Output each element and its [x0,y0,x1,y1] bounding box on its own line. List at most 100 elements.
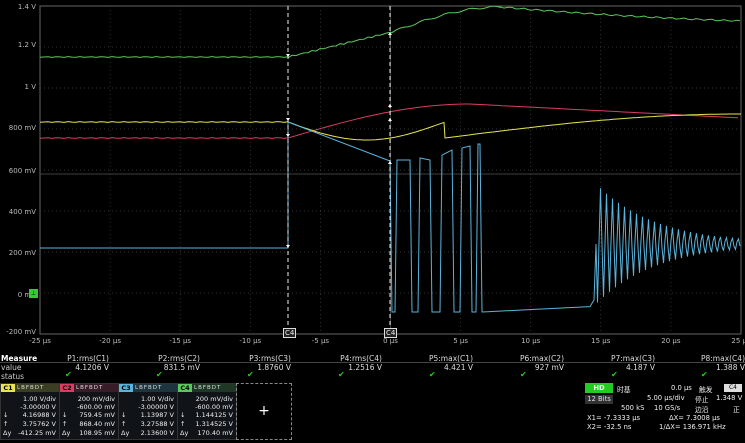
x-axis-label: 10 µs [521,337,541,345]
cursor-dx: ΔX= 7.3008 µs [669,414,720,422]
measure-param-value: 1.2516 V [348,363,382,372]
cursor1-arrow-icon: ↓ [3,411,9,419]
channel-flags: LBFBDT [194,385,222,391]
channel-flags: LBFBDT [76,385,104,391]
x-axis-label: 0 µs [383,337,398,345]
channel-box-c4[interactable]: C4 LBFBDT 200 mV/div -600.00 mV ↓ 1.1441… [177,383,237,440]
cursor2-value: 868.40 mV [79,420,115,428]
measure-param-value: 831.5 mV [163,363,200,372]
delta-y-value: 2.13600 V [140,429,174,437]
cursor1-tag[interactable]: C4 [283,328,297,338]
x-axis-label: -10 µs [239,337,262,345]
delta-y-label: Δy [3,429,12,437]
x-axis-label: -5 µs [311,337,330,345]
cursor1-arrow-icon: ↓ [180,411,186,419]
delay-value: 0.0 µs [671,384,692,392]
delta-y-label: Δy [180,429,189,437]
status-check-icon: ✔ [156,370,163,379]
channel-offset: -3.00000 V [20,403,56,411]
trigger-edge: 边沿 [695,406,709,414]
ground-marker-c4[interactable]: ⊥ [29,289,38,298]
cursor2-tag[interactable]: C4 [384,328,398,338]
x-axis-label: -25 µs [29,337,51,345]
channel-box-c3[interactable]: C3 LBFBDT 1.00 V/div -3.00000 V ↓ 1.1398… [118,383,178,440]
measure-param-value: 4.421 V [444,363,473,372]
cursor2-value: 1.314525 V [195,420,233,428]
channel-offset: -3.00000 V [138,403,174,411]
status-check-icon: ✔ [65,370,72,379]
channel-name[interactable]: C1 [1,384,15,392]
measure-param-value: 1.388 V [716,363,745,372]
volts-per-div: 200 mV/div [77,395,115,403]
delta-y-value: -412.25 mV [18,429,56,437]
measurement-table: Measure value status P1:rms(C1) 4.1206 V ✔… [0,354,745,381]
volts-per-div: 1.00 V/div [23,395,56,403]
volts-per-div: 1.00 V/div [141,395,174,403]
cursor2-arrow-icon: ↑ [62,420,68,428]
add-channel-button[interactable]: + [236,383,292,440]
status-check-icon: ✔ [338,370,345,379]
channel-flags: LBFBDT [135,385,163,391]
y-axis-label: 400 mV [8,208,36,216]
channel-header: C1 LBFBDT [1,384,59,392]
channel-box-c2[interactable]: C2 LBFBDT 200 mV/div -600.00 mV ↓ 759.45… [59,383,119,440]
channel-name[interactable]: C2 [60,384,74,392]
channel-offset: -600.00 mV [77,403,115,411]
delta-y-value: 108.95 mV [79,429,115,437]
y-axis-label: 200 mV [8,249,36,257]
x-axis-label: 5 µs [453,337,468,345]
cursor-x2: X2= -32.5 ns [587,423,632,431]
cursor-freq: 1/ΔX= 136.971 kHz [659,423,726,431]
oscilloscope-screen: 1.4 V 1.2 V1 V 800 mV 600 mV 400 mV 200 mV 0 m… [0,0,745,443]
status-check-icon: ✔ [701,370,708,379]
stop-state: 停止 [695,396,709,404]
measure-param-value: 4.187 V [626,363,655,372]
y-axis-label: 1.2 V [17,41,36,49]
channel-header: C3 LBFBDT [119,384,177,392]
cursor2-arrow-icon: ↑ [121,420,127,428]
cursor1-arrow-icon: ↓ [121,411,127,419]
delta-y-label: Δy [62,429,71,437]
channel-header: C2 LBFBDT [60,384,118,392]
channel-flags: LBFBDT [17,385,45,391]
x-axis-label: -20 µs [99,337,121,345]
y-axis-label: -200 mV [6,328,36,336]
y-axis-label: 600 mV [8,167,36,175]
y-axis-label: 1 V [24,83,36,91]
trigger-label: 触发 [699,386,713,394]
delta-y-label: Δy [121,429,130,437]
cursor1-arrow-icon: ↓ [62,411,68,419]
channel-offset: -600.00 mV [195,403,233,411]
timebase-value: 5.00 µs/div [647,394,685,402]
cursor2-arrow-icon: ↑ [3,420,9,428]
volts-per-div: 200 mV/div [195,395,233,403]
channel-box-c1[interactable]: C1 LBFBDT 1.00 V/div -3.00000 V ↓ 4.1698… [0,383,60,440]
channel-name[interactable]: C4 [178,384,192,392]
cursor1-value: 4.16988 V [22,411,56,419]
timebase-panel[interactable]: HD 12 Bits 时基 0.0 µs 触发 C4 5.00 µs/div 停… [585,383,743,441]
waveform-grid[interactable] [0,0,745,345]
status-row-label: status [1,372,25,381]
cursor-x1: X1= -7.3333 µs [587,414,641,422]
hd-badge[interactable]: HD [585,383,613,393]
cursor2-value: 3.27588 V [140,420,174,428]
sample-rate: 10 GS/s [654,404,681,412]
status-check-icon: ✔ [520,370,527,379]
cursor1-value: 1.144125 V [195,411,233,419]
sample-points: 500 kS [621,404,645,412]
cursor2-arrow-icon: ↑ [180,420,186,428]
x-axis-label: 25 µs [731,337,745,345]
delta-y-value: 170.40 mV [197,429,233,437]
cursor1-value: 759.45 mV [79,411,115,419]
trigger-polarity: 正 [733,406,740,414]
y-axis-label: 1.4 V [17,3,36,11]
trigger-level: 1.348 V [716,394,743,402]
status-check-icon: ✔ [429,370,436,379]
trigger-source-tag: C4 [724,384,742,392]
measure-param-value: 1.8760 V [257,363,291,372]
cursor2-value: 3.75762 V [22,420,56,428]
status-check-icon: ✔ [247,370,254,379]
channel-header: C4 LBFBDT [178,384,236,392]
channel-name[interactable]: C3 [119,384,133,392]
x-axis-label: -15 µs [169,337,192,345]
